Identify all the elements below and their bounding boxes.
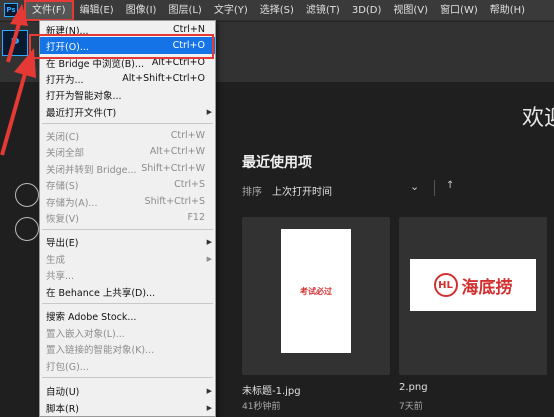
- recent-heading: 最近使用项: [242, 155, 312, 171]
- submenu-arrow-icon: ▶: [206, 386, 212, 395]
- menu-item-automate[interactable]: 自动(U) ▶: [40, 382, 215, 399]
- sort-label: 排序: [242, 187, 262, 198]
- menu-item-label: 搜索 Adobe Stock...: [46, 311, 137, 323]
- menu-item-label: 打包(G)...: [46, 361, 89, 373]
- menu-item-revert[interactable]: 恢复(V) F12: [40, 209, 215, 226]
- menu-edit[interactable]: 编辑(E): [74, 0, 120, 21]
- sort-select[interactable]: 上次打开时间: [272, 183, 332, 198]
- brand-logo-icon: HL: [433, 273, 458, 297]
- menu-item-shortcut: Alt+Shift+Ctrl+O: [122, 73, 205, 84]
- menu-item-save[interactable]: 存储(S) Ctrl+S: [40, 176, 215, 193]
- file-menu-dropdown: 新建(N)... Ctrl+N 打开(O)... Ctrl+O 在 Bridge 中…: [39, 20, 216, 417]
- menu-item-label: 关闭全部: [46, 147, 85, 159]
- recent-file-name-1[interactable]: 未标题-1.jpg: [242, 382, 301, 397]
- menu-item-close[interactable]: 关闭(C) Ctrl+W: [40, 127, 215, 144]
- recent-file-card-1[interactable]: 考试必过: [242, 217, 390, 375]
- menu-filter[interactable]: 滤镜(T): [300, 0, 346, 21]
- home-side-button-2[interactable]: [15, 217, 39, 241]
- menu-item-label: 导出(E): [46, 237, 79, 249]
- menu-item-shortcut: Shift+Ctrl+S: [144, 196, 205, 207]
- menu-item-share[interactable]: 共享...: [40, 266, 215, 283]
- menu-item-open-as[interactable]: 打开为... Alt+Shift+Ctrl+O: [40, 70, 215, 87]
- menu-separator: [42, 229, 213, 230]
- sort-divider: [434, 180, 435, 196]
- menu-item-label: 最近打开文件(T): [46, 107, 117, 119]
- menu-item-share-behance[interactable]: 在 Behance 上共享(D)...: [40, 283, 215, 300]
- menu-3d[interactable]: 3D(D): [346, 0, 388, 21]
- chevron-down-icon[interactable]: ⌄: [410, 180, 419, 193]
- menu-window[interactable]: 窗口(W): [434, 0, 484, 21]
- menu-item-shortcut: Ctrl+S: [174, 179, 205, 190]
- submenu-arrow-icon: ▶: [206, 107, 212, 116]
- menu-item-place-embedded[interactable]: 置入嵌入对象(L)...: [40, 324, 215, 341]
- menu-image[interactable]: 图像(I): [120, 0, 163, 21]
- menu-item-open-smart-object[interactable]: 打开为智能对象...: [40, 86, 215, 103]
- recent-file-time-2: 7天前: [399, 402, 423, 412]
- menu-item-shortcut: F12: [187, 212, 205, 223]
- menu-item-label: 脚本(R): [46, 403, 80, 415]
- recent-file-card-2[interactable]: HL 海底捞: [399, 217, 547, 375]
- thumbnail-text: 考试必过: [300, 286, 332, 296]
- menu-view[interactable]: 视图(V): [387, 0, 434, 21]
- menu-item-label: 关闭(C): [46, 131, 80, 143]
- menu-item-save-as[interactable]: 存储为(A)... Shift+Ctrl+S: [40, 193, 215, 210]
- menu-separator: [42, 303, 213, 304]
- menu-item-label: 存储为(A)...: [46, 197, 98, 209]
- menu-item-place-linked[interactable]: 置入链接的智能对象(K)...: [40, 340, 215, 357]
- menu-item-close-to-bridge[interactable]: 关闭并转到 Bridge... Shift+Ctrl+W: [40, 160, 215, 177]
- menu-item-label: 生成: [46, 254, 66, 266]
- menu-item-shortcut: Alt+Ctrl+W: [149, 146, 205, 157]
- welcome-heading: 欢迎: [522, 106, 554, 131]
- recent-file-name-2[interactable]: 2.png: [399, 382, 428, 393]
- menu-bar: Ps 文件(F) 编辑(E) 图像(I) 图层(L) 文字(Y) 选择(S) 滤…: [0, 0, 554, 21]
- menu-item-scripts[interactable]: 脚本(R) ▶: [40, 399, 215, 416]
- menu-item-label: 打开为智能对象...: [46, 90, 122, 102]
- recent-file-time-1: 41秒钟前: [242, 402, 281, 412]
- menu-item-label: 置入链接的智能对象(K)...: [46, 344, 155, 356]
- menu-select[interactable]: 选择(S): [254, 0, 300, 21]
- menu-separator: [42, 377, 213, 378]
- menu-item-label: 存储(S): [46, 180, 79, 192]
- menu-type[interactable]: 文字(Y): [208, 0, 254, 21]
- menu-item-close-all[interactable]: 关闭全部 Alt+Ctrl+W: [40, 143, 215, 160]
- menu-separator: [42, 123, 213, 124]
- menu-item-shortcut: Shift+Ctrl+W: [141, 163, 205, 174]
- file-thumbnail: 考试必过: [281, 229, 351, 353]
- submenu-arrow-icon: ▶: [206, 254, 212, 263]
- menu-item-search-stock[interactable]: 搜索 Adobe Stock...: [40, 307, 215, 324]
- menu-item-package[interactable]: 打包(G)...: [40, 357, 215, 374]
- home-side-button-1[interactable]: [15, 183, 39, 207]
- menu-item-export[interactable]: 导出(E) ▶: [40, 233, 215, 250]
- menu-layer[interactable]: 图层(L): [162, 0, 207, 21]
- menu-item-shortcut: Ctrl+W: [170, 130, 205, 141]
- menu-item-label: 恢复(V): [46, 213, 79, 225]
- menu-item-label: 在 Behance 上共享(D)...: [46, 287, 156, 299]
- menu-item-generate[interactable]: 生成 ▶: [40, 250, 215, 267]
- menu-help[interactable]: 帮助(H): [484, 0, 531, 21]
- menu-item-label: 置入嵌入对象(L)...: [46, 328, 125, 340]
- menu-item-label: 共享...: [46, 270, 75, 282]
- file-thumbnail: HL 海底捞: [410, 259, 536, 311]
- menu-item-label: 关闭并转到 Bridge...: [46, 164, 137, 176]
- menu-item-recent-files[interactable]: 最近打开文件(T) ▶: [40, 103, 215, 120]
- menu-item-label: 自动(U): [46, 386, 80, 398]
- annotation-arrow-icon: [0, 4, 36, 156]
- thumbnail-text: 海底捞: [461, 277, 513, 298]
- submenu-arrow-icon: ▶: [206, 403, 212, 412]
- submenu-arrow-icon: ▶: [206, 237, 212, 246]
- sort-direction-icon[interactable]: ↑: [446, 180, 454, 191]
